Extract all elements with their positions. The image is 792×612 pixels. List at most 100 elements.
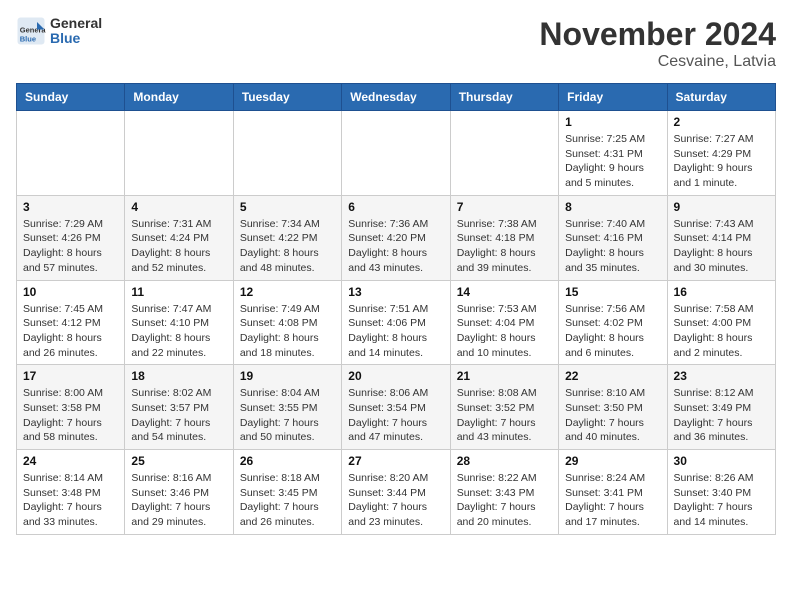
logo-blue-text: Blue — [50, 31, 102, 46]
calendar-cell: 15 Sunrise: 7:56 AMSunset: 4:02 PMDayligh… — [559, 280, 667, 365]
calendar-cell: 6 Sunrise: 7:36 AMSunset: 4:20 PMDaylight… — [342, 195, 450, 280]
logo-icon: General Blue — [16, 16, 46, 46]
calendar: SundayMondayTuesdayWednesdayThursdayFrid… — [16, 83, 776, 535]
day-info: Sunrise: 7:45 AMSunset: 4:12 PMDaylight:… — [23, 302, 118, 361]
day-info: Sunrise: 7:49 AMSunset: 4:08 PMDaylight:… — [240, 302, 335, 361]
calendar-cell — [17, 111, 125, 196]
day-number: 2 — [674, 115, 769, 129]
day-info: Sunrise: 7:31 AMSunset: 4:24 PMDaylight:… — [131, 217, 226, 276]
day-info: Sunrise: 7:29 AMSunset: 4:26 PMDaylight:… — [23, 217, 118, 276]
day-number: 25 — [131, 454, 226, 468]
day-number: 15 — [565, 285, 660, 299]
day-number: 30 — [674, 454, 769, 468]
day-info: Sunrise: 8:04 AMSunset: 3:55 PMDaylight:… — [240, 386, 335, 445]
day-info: Sunrise: 8:22 AMSunset: 3:43 PMDaylight:… — [457, 471, 552, 530]
calendar-cell — [125, 111, 233, 196]
calendar-cell: 19 Sunrise: 8:04 AMSunset: 3:55 PMDayligh… — [233, 365, 341, 450]
calendar-cell — [233, 111, 341, 196]
day-info: Sunrise: 7:47 AMSunset: 4:10 PMDaylight:… — [131, 302, 226, 361]
calendar-cell: 25 Sunrise: 8:16 AMSunset: 3:46 PMDayligh… — [125, 450, 233, 535]
calendar-cell: 23 Sunrise: 8:12 AMSunset: 3:49 PMDayligh… — [667, 365, 775, 450]
calendar-cell: 11Sunrise: 7:47 AMSunset: 4:10 PMDayligh… — [125, 280, 233, 365]
month-title: November 2024 — [539, 16, 776, 53]
week-row-2: 3 Sunrise: 7:29 AMSunset: 4:26 PMDaylight… — [17, 195, 776, 280]
day-number: 24 — [23, 454, 118, 468]
day-number: 6 — [348, 200, 443, 214]
day-info: Sunrise: 7:25 AMSunset: 4:31 PMDaylight:… — [565, 132, 660, 191]
day-number: 14 — [457, 285, 552, 299]
svg-text:Blue: Blue — [20, 35, 36, 44]
day-info: Sunrise: 7:40 AMSunset: 4:16 PMDaylight:… — [565, 217, 660, 276]
day-info: Sunrise: 8:16 AMSunset: 3:46 PMDaylight:… — [131, 471, 226, 530]
calendar-cell: 9Sunrise: 7:43 AMSunset: 4:14 PMDaylight… — [667, 195, 775, 280]
day-number: 10 — [23, 285, 118, 299]
day-number: 23 — [674, 369, 769, 383]
calendar-cell: 20Sunrise: 8:06 AMSunset: 3:54 PMDayligh… — [342, 365, 450, 450]
calendar-cell: 18Sunrise: 8:02 AMSunset: 3:57 PMDayligh… — [125, 365, 233, 450]
day-header-saturday: Saturday — [667, 84, 775, 111]
day-number: 27 — [348, 454, 443, 468]
calendar-cell: 13Sunrise: 7:51 AMSunset: 4:06 PMDayligh… — [342, 280, 450, 365]
calendar-cell: 14Sunrise: 7:53 AMSunset: 4:04 PMDayligh… — [450, 280, 558, 365]
day-number: 19 — [240, 369, 335, 383]
day-header-tuesday: Tuesday — [233, 84, 341, 111]
day-info: Sunrise: 8:08 AMSunset: 3:52 PMDaylight:… — [457, 386, 552, 445]
day-header-thursday: Thursday — [450, 84, 558, 111]
week-row-3: 10 Sunrise: 7:45 AMSunset: 4:12 PMDayligh… — [17, 280, 776, 365]
calendar-cell: 10 Sunrise: 7:45 AMSunset: 4:12 PMDayligh… — [17, 280, 125, 365]
calendar-cell: 8Sunrise: 7:40 AMSunset: 4:16 PMDaylight… — [559, 195, 667, 280]
day-info: Sunrise: 8:12 AMSunset: 3:49 PMDaylight:… — [674, 386, 769, 445]
page-header: General Blue General Blue November 2024 … — [16, 16, 776, 71]
day-number: 1 — [565, 115, 660, 129]
calendar-cell: 21 Sunrise: 8:08 AMSunset: 3:52 PMDayligh… — [450, 365, 558, 450]
day-number: 21 — [457, 369, 552, 383]
day-info: Sunrise: 7:38 AMSunset: 4:18 PMDaylight:… — [457, 217, 552, 276]
calendar-cell: 4 Sunrise: 7:31 AMSunset: 4:24 PMDaylight… — [125, 195, 233, 280]
day-info: Sunrise: 8:02 AMSunset: 3:57 PMDaylight:… — [131, 386, 226, 445]
calendar-cell: 24Sunrise: 8:14 AMSunset: 3:48 PMDayligh… — [17, 450, 125, 535]
calendar-cell: 27 Sunrise: 8:20 AMSunset: 3:44 PMDayligh… — [342, 450, 450, 535]
day-number: 7 — [457, 200, 552, 214]
day-header-wednesday: Wednesday — [342, 84, 450, 111]
day-info: Sunrise: 7:34 AMSunset: 4:22 PMDaylight:… — [240, 217, 335, 276]
day-info: Sunrise: 8:18 AMSunset: 3:45 PMDaylight:… — [240, 471, 335, 530]
calendar-cell — [342, 111, 450, 196]
day-info: Sunrise: 8:00 AMSunset: 3:58 PMDaylight:… — [23, 386, 118, 445]
calendar-cell: 1 Sunrise: 7:25 AMSunset: 4:31 PMDaylight… — [559, 111, 667, 196]
day-number: 22 — [565, 369, 660, 383]
day-number: 26 — [240, 454, 335, 468]
day-number: 12 — [240, 285, 335, 299]
day-info: Sunrise: 7:51 AMSunset: 4:06 PMDaylight:… — [348, 302, 443, 361]
logo-text: General Blue — [50, 16, 102, 47]
day-info: Sunrise: 7:36 AMSunset: 4:20 PMDaylight:… — [348, 217, 443, 276]
calendar-cell: 12 Sunrise: 7:49 AMSunset: 4:08 PMDayligh… — [233, 280, 341, 365]
calendar-header-row: SundayMondayTuesdayWednesdayThursdayFrid… — [17, 84, 776, 111]
day-info: Sunrise: 7:58 AMSunset: 4:00 PMDaylight:… — [674, 302, 769, 361]
day-info: Sunrise: 7:27 AMSunset: 4:29 PMDaylight:… — [674, 132, 769, 191]
day-number: 4 — [131, 200, 226, 214]
day-info: Sunrise: 7:56 AMSunset: 4:02 PMDaylight:… — [565, 302, 660, 361]
calendar-cell: 29Sunrise: 8:24 AMSunset: 3:41 PMDayligh… — [559, 450, 667, 535]
week-row-1: 1 Sunrise: 7:25 AMSunset: 4:31 PMDaylight… — [17, 111, 776, 196]
svg-text:General: General — [20, 26, 46, 35]
day-number: 17 — [23, 369, 118, 383]
day-number: 3 — [23, 200, 118, 214]
calendar-cell: 5 Sunrise: 7:34 AMSunset: 4:22 PMDaylight… — [233, 195, 341, 280]
calendar-cell: 7 Sunrise: 7:38 AMSunset: 4:18 PMDaylight… — [450, 195, 558, 280]
week-row-4: 17 Sunrise: 8:00 AMSunset: 3:58 PMDayligh… — [17, 365, 776, 450]
day-number: 20 — [348, 369, 443, 383]
location: Cesvaine, Latvia — [539, 53, 776, 71]
calendar-cell: 26 Sunrise: 8:18 AMSunset: 3:45 PMDayligh… — [233, 450, 341, 535]
calendar-cell: 30 Sunrise: 8:26 AMSunset: 3:40 PMDayligh… — [667, 450, 775, 535]
title-section: November 2024 Cesvaine, Latvia — [539, 16, 776, 71]
calendar-cell: 28Sunrise: 8:22 AMSunset: 3:43 PMDayligh… — [450, 450, 558, 535]
day-number: 16 — [674, 285, 769, 299]
day-info: Sunrise: 8:20 AMSunset: 3:44 PMDaylight:… — [348, 471, 443, 530]
day-number: 5 — [240, 200, 335, 214]
week-row-5: 24Sunrise: 8:14 AMSunset: 3:48 PMDayligh… — [17, 450, 776, 535]
calendar-cell: 16 Sunrise: 7:58 AMSunset: 4:00 PMDayligh… — [667, 280, 775, 365]
calendar-cell: 3 Sunrise: 7:29 AMSunset: 4:26 PMDaylight… — [17, 195, 125, 280]
calendar-cell: 17 Sunrise: 8:00 AMSunset: 3:58 PMDayligh… — [17, 365, 125, 450]
day-number: 29 — [565, 454, 660, 468]
day-info: Sunrise: 8:26 AMSunset: 3:40 PMDaylight:… — [674, 471, 769, 530]
